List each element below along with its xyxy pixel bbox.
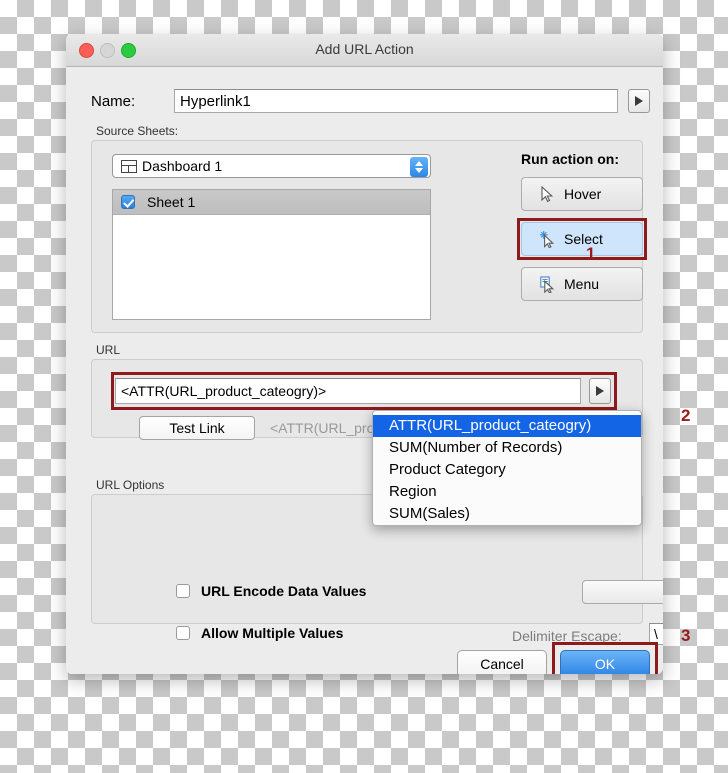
run-action-hover-button[interactable]: Hover [521,177,643,211]
run-action-on-label: Run action on: [521,151,619,167]
url-preview-text: <ATTR(URL_prod [270,420,383,436]
dropdown-item-2[interactable]: Product Category [373,459,641,481]
annotation-1: 1 [586,244,596,263]
window-title: Add URL Action [315,41,414,57]
name-input[interactable] [174,89,618,113]
dialog-content: Name: Source Sheets: Dashboard 1 Sheet 1 [66,67,663,674]
url-options-label: URL Options [96,478,165,492]
url-encode-label: URL Encode Data Values [201,583,367,599]
dropdown-item-3[interactable]: Region [373,481,641,503]
ok-button[interactable]: OK [560,650,650,674]
cursor-arrow-sparkle-icon [540,230,555,248]
up-down-stepper-icon[interactable] [410,157,428,177]
play-triangle-icon [596,386,604,396]
allow-multiple-checkbox[interactable] [176,626,190,640]
url-group-label: URL [96,343,121,357]
dropdown-item-4[interactable]: SUM(Sales) [373,503,641,525]
sheet-1-checkbox[interactable] [121,195,135,209]
title-bar: Add URL Action [66,34,663,67]
run-action-hover-label: Hover [564,186,602,202]
annotation-2: 2 [681,406,691,425]
test-link-button[interactable]: Test Link [139,416,255,440]
name-insert-field-button[interactable] [628,89,650,113]
dashboard-select-value: Dashboard 1 [142,158,223,174]
dropdown-item-1[interactable]: SUM(Number of Records) [373,437,641,459]
cursor-arrow-icon [540,185,555,203]
name-row: Name: [91,89,650,117]
dropdown-item-0[interactable]: ATTR(URL_product_cateogry) [373,415,641,437]
run-action-select-button[interactable]: Select [521,222,643,256]
dashboard-grid-icon [121,159,137,173]
sheet-1-label: Sheet 1 [147,194,196,210]
run-action-menu-label: Menu [564,276,600,292]
annotation-3: 3 [681,626,691,645]
list-item[interactable]: Sheet 1 [113,190,430,215]
play-triangle-icon [635,96,643,106]
delimiter-escape-input[interactable] [649,623,663,645]
url-input[interactable] [115,378,581,404]
run-action-menu-button[interactable]: Menu [521,267,643,301]
obscured-widget [582,580,663,604]
delimiter-escape-label: Delimiter Escape: [512,628,622,644]
allow-multiple-label: Allow Multiple Values [201,625,344,641]
url-encode-row[interactable]: URL Encode Data Values [176,583,366,599]
cancel-button[interactable]: Cancel [457,650,547,674]
cursor-arrow-menu-icon [540,275,555,293]
dashboard-select[interactable]: Dashboard 1 [112,154,431,178]
url-encode-checkbox[interactable] [176,584,190,598]
sheet-list[interactable]: Sheet 1 [112,189,431,320]
source-sheets-label: Source Sheets: [96,124,179,138]
name-label: Name: [91,93,136,110]
run-action-select-label: Select [564,231,603,247]
url-insert-field-button[interactable] [589,378,611,404]
allow-multiple-row[interactable]: Allow Multiple Values [176,625,343,641]
add-url-action-dialog: Add URL Action Name: Source Sheets: Dash… [66,34,663,674]
field-dropdown-menu[interactable]: ATTR(URL_product_cateogry) SUM(Number of… [372,410,642,526]
